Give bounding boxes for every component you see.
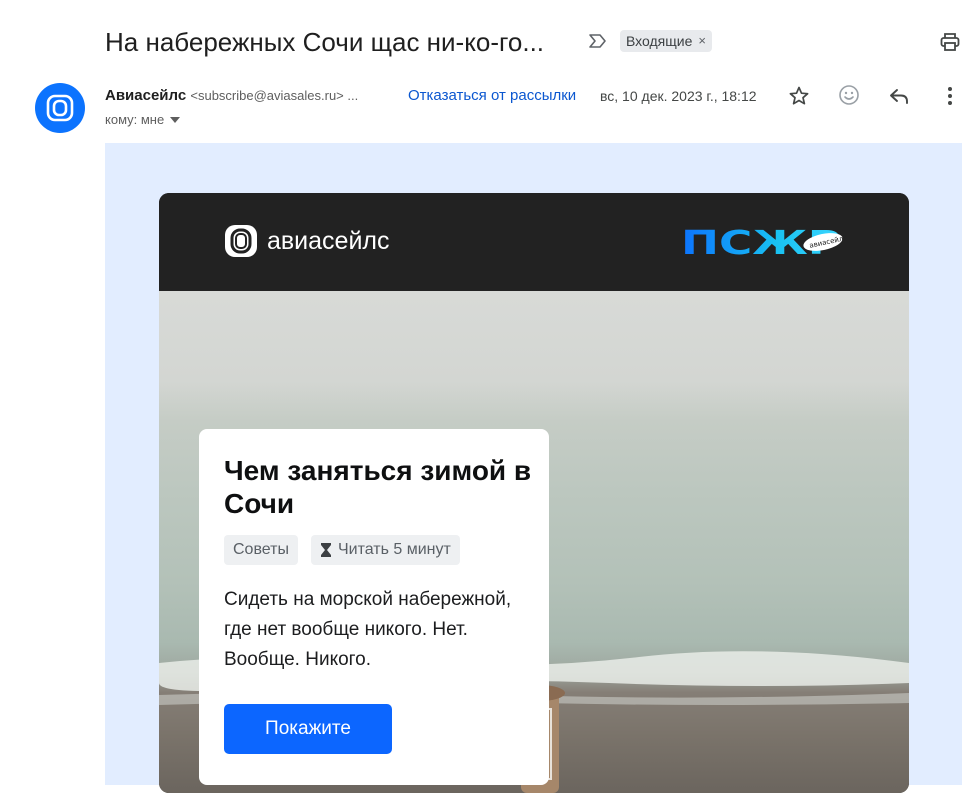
article-title: Чем заняться зимой в Сочи <box>224 455 532 519</box>
sender-email: <subscribe@aviasales.ru> ... <box>190 88 359 103</box>
sender-avatar <box>35 83 85 133</box>
sender-info: Авиасейлс <subscribe@aviasales.ru> ... <box>105 86 358 106</box>
importance-marker-icon[interactable] <box>588 31 608 51</box>
sender-name[interactable]: Авиасейлс <box>105 87 186 104</box>
psjr-campaign-logo[interactable]: ПСЖР авиасейлс <box>681 224 849 260</box>
sochi-beach-photo: Чем заняться зимой в Сочи Советы Читать … <box>159 291 909 793</box>
tag-category: Советы <box>224 535 298 565</box>
remove-label-button[interactable]: × <box>698 30 706 52</box>
tag-read-time-label: Читать 5 минут <box>337 541 451 558</box>
email-card: авиасейлс ПСЖР авиасейлс Чем заняться зи… <box>159 193 909 793</box>
unsubscribe-link[interactable]: Отказаться от рассылки <box>408 86 591 106</box>
label-chip-inbox: Входящие × <box>620 30 712 52</box>
recipients-toggle[interactable]: кому: мне <box>105 111 181 129</box>
email-date: вс, 10 дек. 2023 г., 18:12 <box>600 88 757 104</box>
tag-read-time: Читать 5 минут <box>310 535 460 565</box>
brand-logo[interactable]: авиасейлс <box>223 223 390 259</box>
star-icon[interactable] <box>787 84 811 108</box>
tag-category-label: Советы <box>233 541 289 558</box>
article-card: Чем заняться зимой в Сочи Советы Читать … <box>199 429 549 785</box>
emoji-reaction-icon[interactable] <box>837 83 861 107</box>
email-header-bar: авиасейлс ПСЖР авиасейлс <box>159 193 909 291</box>
article-tags: Советы Читать 5 минут <box>224 535 460 565</box>
hourglass-icon <box>320 543 331 557</box>
reply-icon[interactable] <box>887 84 911 108</box>
brand-name: авиасейлс <box>267 227 390 255</box>
recipients-text: кому: мне <box>105 112 165 127</box>
show-me-button[interactable]: Покажите <box>224 704 392 754</box>
email-subject: На набережных Сочи щас ни-ко-го... <box>105 27 545 57</box>
aviasales-logo-icon <box>225 225 257 257</box>
caret-down-icon <box>170 117 181 123</box>
article-description: Сидеть на морской набережной, где нет во… <box>224 589 512 670</box>
more-vert-icon[interactable] <box>938 84 962 108</box>
print-icon[interactable] <box>938 30 962 54</box>
label-chip-text: Входящие <box>626 33 693 49</box>
aviasales-logo-icon <box>46 94 74 122</box>
